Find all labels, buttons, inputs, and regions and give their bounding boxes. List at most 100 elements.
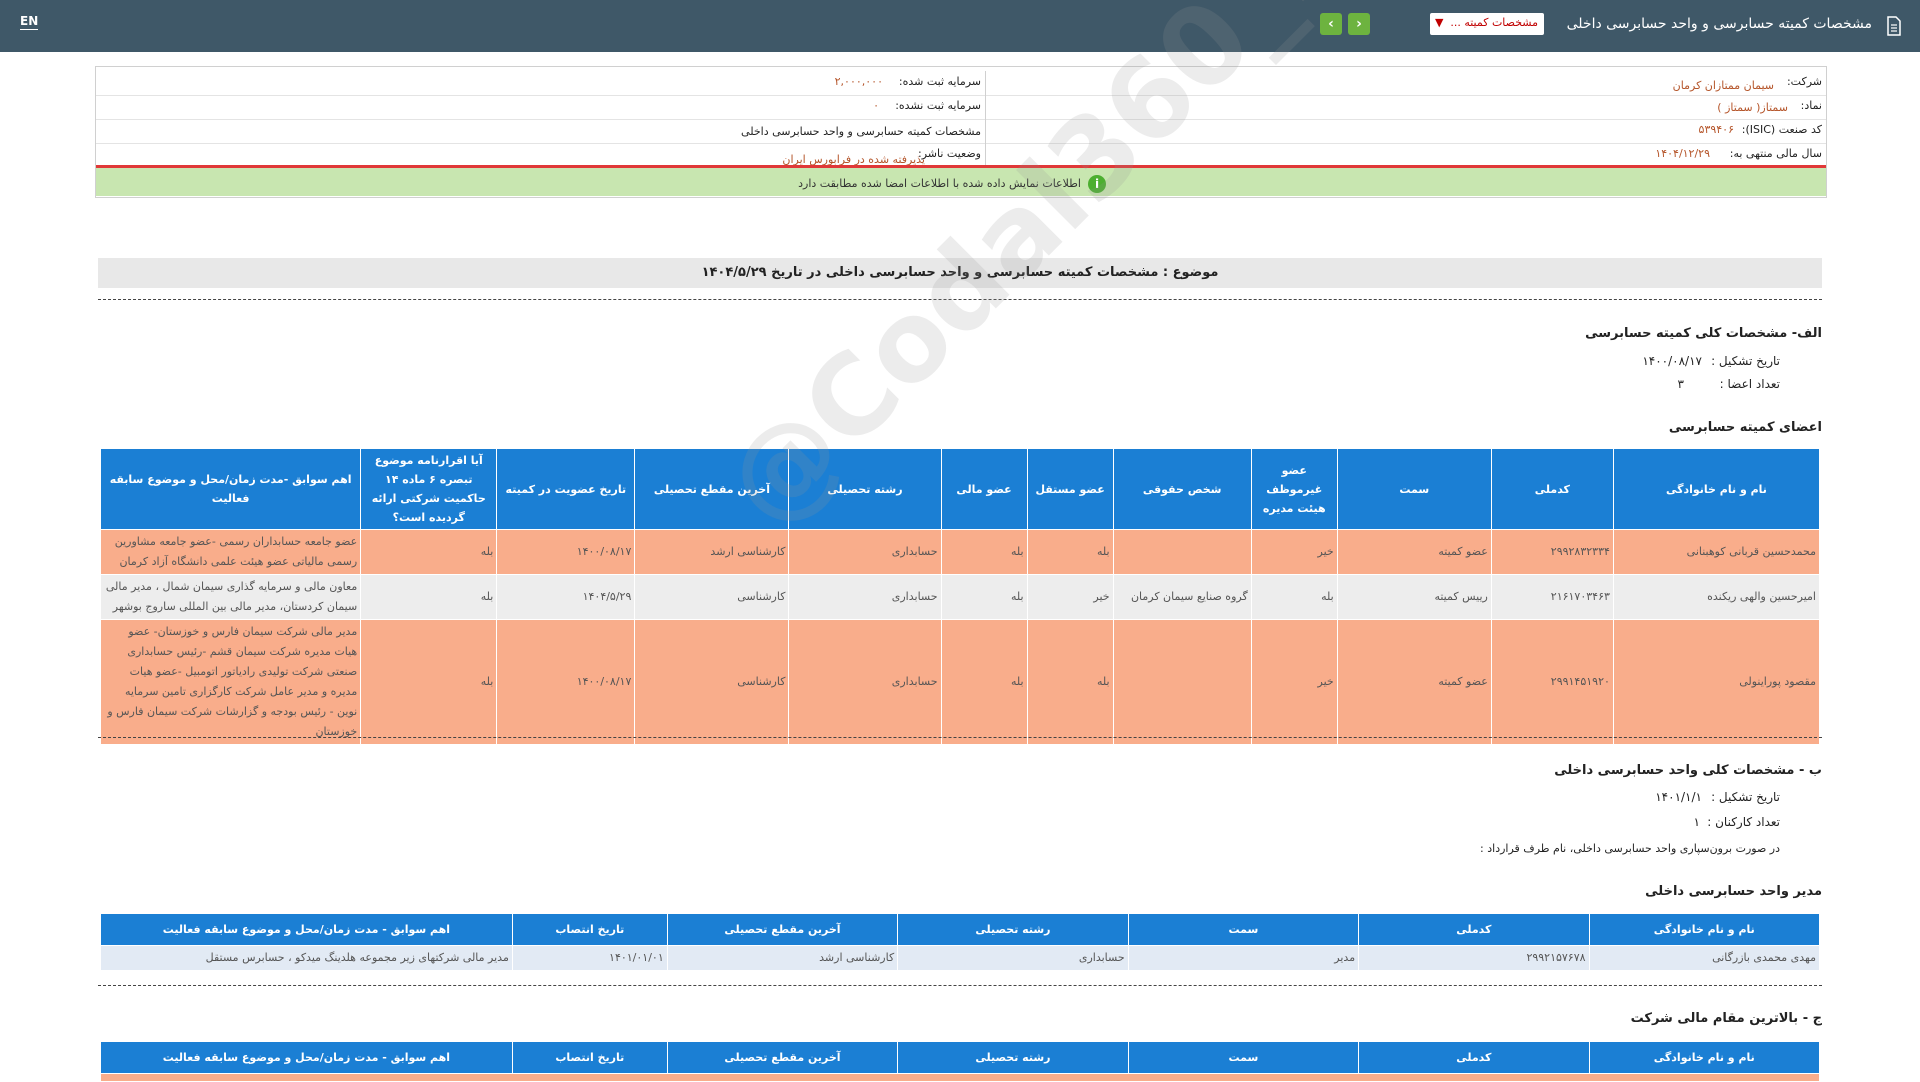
table-cell: حسابداری [788, 619, 942, 745]
table-cell: ۲۹۹۲۸۳۲۳۳۴ [1490, 529, 1614, 575]
table-cell: کارشناسی ارشد [634, 529, 790, 575]
column-header: عضو مالی [940, 448, 1028, 530]
internal-audit-staff-count: تعداد کارکنان : ۱ [1694, 815, 1780, 829]
company-info-panel: شرکت: سیمان ممتازان کرمان سرمایه ثبت شده:… [95, 66, 1827, 198]
table-cell: محمدحسین قربانی کوهبنانی [1612, 529, 1821, 575]
column-header: آخرین مقطع تحصیلی [634, 448, 790, 530]
column-header: کدملی [1358, 1041, 1590, 1074]
table-row: مقصود پوراینولی ۲۹۹۱۴۵۱۹۲۰ عضو کمیته خیر… [99, 619, 1821, 745]
column-header: شخص حقوقی [1112, 448, 1252, 530]
table-cell: ۱۴۰۱/۰۱/۰۱ [511, 945, 668, 971]
isic-value: ۵۳۹۴۰۶ [1698, 123, 1734, 136]
table-cell: مدیر [1127, 945, 1360, 971]
report-title-label: مشخصات کمیته حسابرسی و واحد حسابرسی داخل… [741, 125, 981, 138]
table-cell: بله [940, 619, 1028, 745]
column-header: رشته تحصیلی [897, 1041, 1129, 1074]
table-cell: بله [1250, 574, 1338, 620]
top-bar: EN ‹ › مشخصات کمیته ... ▼ مشخصات کمیته ح… [0, 0, 1920, 52]
column-header: سمت [1336, 448, 1492, 530]
table-cell: امیرحسین والهی ریکنده [1612, 574, 1821, 620]
column-header: عضو مستقل [1026, 448, 1114, 530]
staff-count-value: ۱ [1693, 815, 1700, 829]
table-cell [1112, 619, 1252, 745]
members-count-value: ۳ [1677, 377, 1684, 391]
table-cell: معاون مالی و سرمایه گذاری سیمان شمال ، م… [99, 574, 362, 620]
column-header: عضو غیرموظف هیئت مدیره [1250, 448, 1338, 530]
table-cell: گروه صنایع سیمان کرمان [1112, 574, 1252, 620]
column-header: رشته تحصیلی [788, 448, 942, 530]
internal-audit-manager-table: نام و نام خانوادگی کدملی سمت رشته تحصیلی… [100, 913, 1821, 971]
language-toggle[interactable]: EN [20, 14, 39, 30]
column-header: نام و نام خانوادگی [1588, 913, 1821, 946]
next-button[interactable]: › [1348, 13, 1370, 35]
table-cell: حسابداری [788, 529, 942, 575]
committee-members-count: تعداد اعضا : ۳ [1678, 377, 1780, 391]
table-cell: ۲۹۹۱۴۵۱۹۲۰ [1490, 619, 1614, 745]
prev-button[interactable]: ‹ [1320, 13, 1342, 35]
symbol-value[interactable]: سمتاز( سمتاز ) [1717, 101, 1788, 114]
column-header: تاریخ انتصاب [511, 913, 668, 946]
table-cell: بله [1026, 529, 1114, 575]
table-row [100, 1073, 1820, 1082]
table-cell: مدیر مالی شرکت سیمان فارس و خوزستان- عضو… [99, 619, 362, 745]
members-count-label: تعداد اعضا : [1719, 377, 1780, 391]
report-type-selected: مشخصات کمیته ... [1450, 16, 1538, 29]
table-cell [100, 1073, 1820, 1082]
table-cell: ۱۴۰۰/۰۸/۱۷ [496, 619, 636, 745]
table-cell: ۱۴۰۴/۵/۲۹ [496, 574, 636, 620]
fiscal-year-label: سال مالی منتهی به: [1729, 147, 1822, 160]
committee-members-table: نام و نام خانوادگی کدملی سمت عضو غیرموظف… [99, 448, 1821, 745]
table-cell: بله [360, 619, 498, 745]
fiscal-year-value: ۱۴۰۴/۱۲/۲۹ [1655, 147, 1710, 160]
table-cell: حسابداری [897, 945, 1129, 971]
unregistered-capital-label: سرمایه ثبت نشده: [895, 99, 981, 112]
column-header: تاریخ عضویت در کمیته [496, 448, 636, 530]
chevron-down-icon: ▼ [1435, 16, 1444, 29]
table-cell: کارشناسی [634, 574, 790, 620]
isic-label: کد صنعت (ISIC): [1741, 123, 1822, 136]
cfo-table: نام و نام خانوادگی کدملی سمت رشته تحصیلی… [100, 1041, 1821, 1082]
formation-date-label: تاریخ تشکیل : [1711, 790, 1780, 804]
subject-bar: موضوع : مشخصات کمیته حسابرسی و واحد حساب… [98, 258, 1822, 288]
table-header-row: نام و نام خانوادگی کدملی سمت رشته تحصیلی… [100, 1041, 1821, 1074]
table-header-row: نام و نام خانوادگی کدملی سمت عضو غیرموظف… [99, 448, 1821, 530]
table-cell: عضو کمیته [1336, 619, 1492, 745]
company-label: شرکت: [1786, 75, 1822, 88]
chevron-right-icon: › [1356, 16, 1362, 32]
column-header: کدملی [1490, 448, 1614, 530]
table-cell: رییس کمیته [1336, 574, 1492, 620]
table-cell: حسابداری [788, 574, 942, 620]
chevron-left-icon: ‹ [1328, 16, 1334, 32]
section-a-title: الف- مشخصات کلی کمیته حسابرسی [1585, 326, 1822, 341]
section-c-title: ج - بالاترین مقام مالی شرکت [1630, 1011, 1822, 1026]
table-cell: خیر [1026, 574, 1114, 620]
section-b-title: ب - مشخصات کلی واحد حسابرسی داخلی [1554, 763, 1822, 778]
column-header: اهم سوابق - مدت زمان/محل و موضوع سابقه ف… [100, 913, 513, 946]
table-cell: بله [1026, 619, 1114, 745]
verification-notice-text: اطلاعات نمایش داده شده با اطلاعات امضا ش… [798, 177, 1081, 190]
symbol-label: نماد: [1800, 99, 1822, 112]
table-cell: کارشناسی ارشد [666, 945, 899, 971]
document-icon [1887, 16, 1901, 36]
company-value[interactable]: سیمان ممتازان کرمان [1673, 79, 1774, 92]
table-cell: مدیر مالی شرکتهای زیر مجموعه هلدینگ میدک… [100, 945, 513, 971]
registered-capital-label: سرمایه ثبت شده: [898, 75, 981, 88]
table-cell: مقصود پوراینولی [1612, 619, 1821, 745]
table-row: محمدحسین قربانی کوهبنانی ۲۹۹۲۸۳۲۳۳۴ عضو … [99, 529, 1821, 575]
report-type-select[interactable]: مشخصات کمیته ... ▼ [1430, 13, 1544, 35]
info-icon: i [1088, 175, 1106, 193]
column-header: سمت [1127, 913, 1360, 946]
column-header: نام و نام خانوادگی [1612, 448, 1821, 530]
formation-date-value: ۱۴۰۱/۱/۱ [1655, 790, 1702, 804]
outsource-label: در صورت برون‌سپاری واحد حسابرسی داخلی، ن… [1480, 842, 1780, 855]
column-header: آخرین مقطع تحصیلی [666, 913, 899, 946]
divider [98, 299, 1822, 300]
table-cell: کارشناسی [634, 619, 790, 745]
info-row-symbol: نماد: سمتاز( سمتاز ) سرمایه ثبت نشده: ۰ [96, 95, 1826, 120]
table-row: امیرحسین والهی ریکنده ۲۱۶۱۷۰۳۴۶۳ رییس کم… [99, 574, 1821, 620]
info-row-company: شرکت: سیمان ممتازان کرمان سرمایه ثبت شده:… [96, 71, 1826, 96]
column-header: اهم سوابق -مدت زمان/محل و موضوع سابقه فع… [99, 448, 362, 530]
table-cell [1112, 529, 1252, 575]
table-cell: خیر [1250, 529, 1338, 575]
table-header-row: نام و نام خانوادگی کدملی سمت رشته تحصیلی… [100, 913, 1821, 946]
